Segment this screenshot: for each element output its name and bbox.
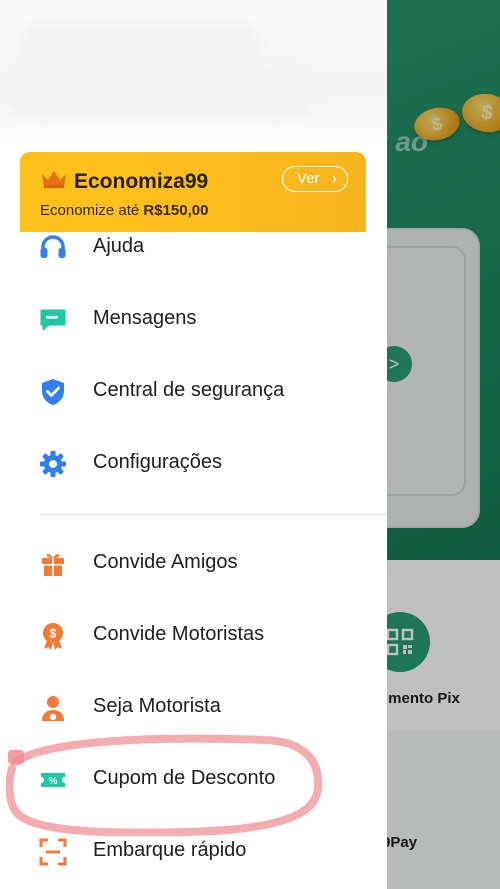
gear-icon — [40, 451, 66, 477]
promo-title: Economiza99 — [74, 170, 209, 193]
scan-icon — [39, 838, 67, 866]
headset-icon — [40, 235, 66, 258]
menu-item-seja-motorista[interactable]: Seja Motorista — [0, 677, 387, 737]
chevron-right-icon: › — [332, 170, 337, 187]
menu-item-label: Convide Motoristas — [93, 623, 265, 645]
svg-text:$: $ — [50, 627, 57, 641]
menu-divider — [40, 514, 387, 515]
menu-item-label: Seja Motorista — [93, 695, 221, 717]
menu-item-central-de-seguranca[interactable]: Central de segurança — [0, 361, 387, 421]
menu-item-label: Convide Amigos — [93, 551, 238, 573]
driver-icon — [42, 696, 64, 721]
menu-item-label: Embarque rápido — [93, 839, 247, 861]
menu-item-label: Ajuda — [93, 235, 145, 257]
menu-item-convide-motoristas[interactable]: $ Convide Motoristas — [0, 605, 387, 665]
crown-icon — [42, 171, 66, 188]
menu-item-convide-amigos[interactable]: Convide Amigos — [0, 533, 387, 593]
highlight-annotation — [6, 734, 323, 836]
menu-item-configuracoes[interactable]: Configurações — [0, 433, 387, 493]
message-icon — [40, 309, 66, 331]
medal-icon: $ — [43, 623, 63, 650]
ver-button-label: Ver — [297, 170, 320, 187]
menu-item-label: Configurações — [93, 451, 222, 473]
ver-button[interactable]: Ver › — [282, 166, 348, 192]
menu-item-mensagens[interactable]: Mensagens — [0, 289, 387, 349]
menu-item-ajuda[interactable]: Ajuda — [0, 217, 387, 277]
gift-icon — [42, 553, 64, 576]
menu-item-label: Mensagens — [93, 307, 197, 329]
profile-header-blurred — [0, 0, 387, 150]
menu-item-label: Central de segurança — [93, 379, 285, 401]
shield-icon — [42, 379, 64, 405]
